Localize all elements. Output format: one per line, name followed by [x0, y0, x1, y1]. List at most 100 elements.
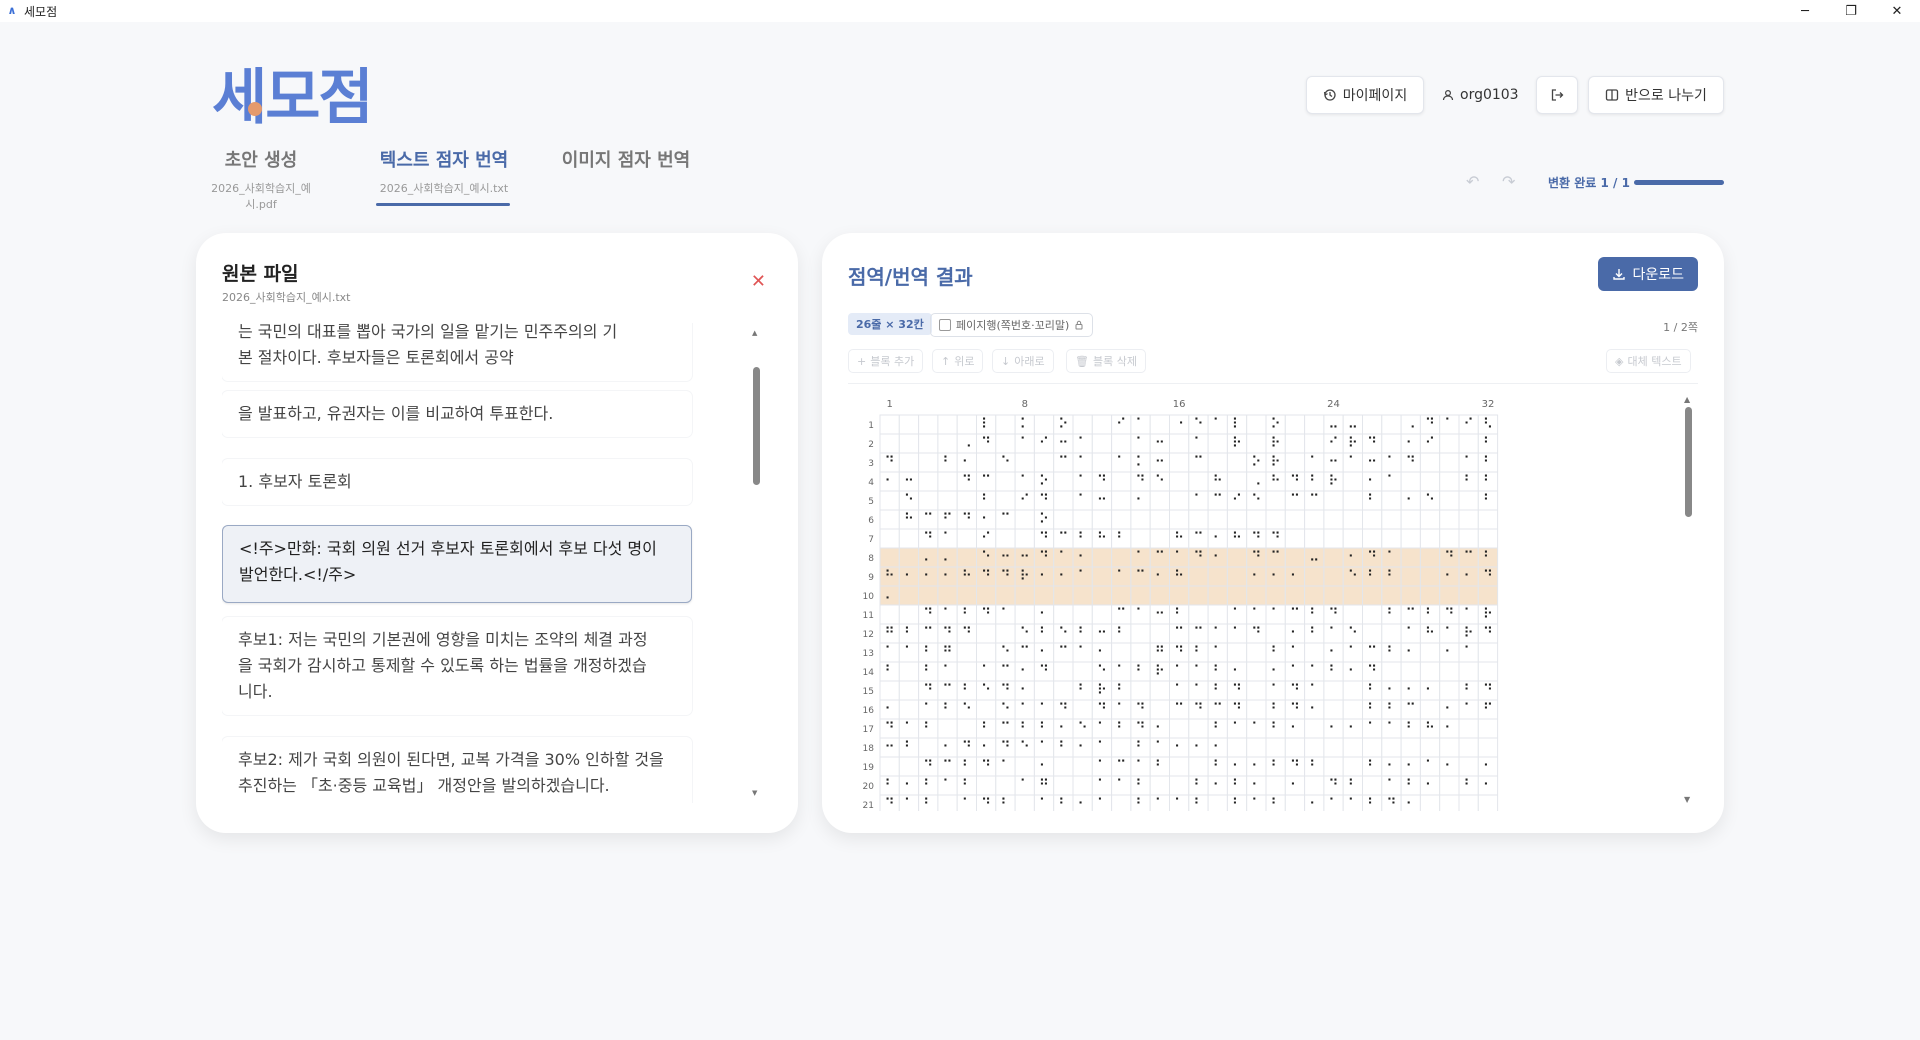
- braille-char: ⠊: [1328, 436, 1338, 452]
- tab-draft[interactable]: 초안 생성 2026_사회학습지_예시.pdf: [196, 146, 326, 212]
- close-icon[interactable]: ✕: [751, 271, 766, 292]
- tab-text-braille[interactable]: 텍스트 점자 번역 2026_사회학습지_예시.txt: [374, 146, 514, 196]
- window-controls: ─ ❐ ✕: [1782, 0, 1920, 22]
- braille-char: ⠑: [1425, 493, 1435, 509]
- minimize-icon[interactable]: ─: [1782, 0, 1828, 22]
- braille-char: ⠙: [1425, 417, 1435, 433]
- braille-char: ⠃: [962, 683, 972, 699]
- braille-cell: [1304, 528, 1325, 549]
- braille-char: ⠑: [1251, 493, 1261, 509]
- braille-cell: [1111, 433, 1132, 454]
- paragraph-item[interactable]: 을 발표하고, 유권자는 이를 비교하여 투표한다.: [222, 391, 692, 437]
- braille-cell: [1304, 414, 1325, 435]
- redo-icon[interactable]: ↷: [1502, 172, 1515, 191]
- mypage-button[interactable]: 마이페이지: [1306, 76, 1424, 114]
- download-button[interactable]: 다운로드: [1598, 257, 1698, 291]
- braille-grid-svg[interactable]: 1 8 16 24 321 ⠇ ⠅ ⠕ ⠊ ⠁ ⠐ ⠑ ⠁ ⠇ ⠕ ⠤ ⠤ ⠠ ⠙ ⠁ ⠊ ⠣2 ⠠ ⠙ ⠁ ⠊ ⠒ ⠁ ⠁ ⠒ ⠁ ⠗ ⠗ ⠊ ⠗…: [848, 395, 1688, 811]
- braille-cell: [1149, 490, 1171, 511]
- braille-char: ⠁: [1135, 417, 1145, 433]
- restore-icon[interactable]: ❐: [1828, 0, 1874, 22]
- braille-char: ⠁: [1116, 455, 1126, 471]
- braille-char: ⠂: [1483, 778, 1493, 794]
- scroll-down-icon[interactable]: ▼: [752, 789, 757, 797]
- add-block-button[interactable]: + 블록 추가: [848, 349, 924, 373]
- braille-char: ⠉: [1464, 550, 1474, 566]
- paragraph-item[interactable]: 1. 후보자 토론회: [222, 459, 692, 505]
- braille-char: ⠉: [1000, 721, 1010, 737]
- page-indicator: 1 / 2쪽: [1663, 321, 1698, 334]
- app-logo[interactable]: 세모점: [212, 56, 374, 133]
- braille-char: ⠑: [1078, 721, 1088, 737]
- braille-cell: [1188, 718, 1209, 739]
- paragraph-item[interactable]: 는 국민의 대표를 뽑아 국가의 일을 맡기는 민주주의의 기 본 절차이다. …: [222, 323, 692, 381]
- braille-char: ⠃: [923, 797, 933, 811]
- braille-char: ⠉: [1271, 550, 1281, 566]
- braille-char: ⠉: [1174, 626, 1184, 642]
- braille-cell: [1053, 661, 1074, 682]
- paragraph-item-selected[interactable]: <!주>만화: 국회 의원 선거 후보자 토론회에서 후보 다섯 명이 발언한다…: [222, 525, 692, 603]
- delete-block-button[interactable]: 🗑 블록 삭제: [1066, 349, 1146, 373]
- paragraph-list[interactable]: 는 국민의 대표를 뽑아 국가의 일을 맡기는 민주주의의 기 본 절차이다. …: [222, 323, 722, 803]
- undo-icon[interactable]: ↶: [1466, 172, 1479, 191]
- braille-char: ⠑: [1348, 626, 1358, 642]
- braille-cell: [1439, 794, 1460, 811]
- braille-grid[interactable]: 1 8 16 24 32 1 ⠇ ⠅ ⠕ ⠊ ⠁ ⠐ ⠑ ⠁ ⠇ ⠕ ⠤ ⠤ ⠠ ⠙ ⠁ ⠊ ⠣ 2 ⠠ ⠙ ⠁ ⠊ ⠒ ⠁ ⠁ ⠒ ⠁ ⠗ ⠗ ⠊ ⠗…: [848, 395, 1688, 811]
- close-window-icon[interactable]: ✕: [1874, 0, 1920, 22]
- braille-char: ⠗: [1464, 626, 1474, 642]
- row-label: 2: [868, 440, 874, 450]
- braille-cell: [1458, 718, 1479, 739]
- braille-cell: [995, 414, 1016, 435]
- braille-cell: [898, 414, 920, 435]
- move-up-button[interactable]: ↑ 위로: [932, 349, 984, 373]
- braille-char: ⠙: [1251, 626, 1261, 642]
- braille-char: ⠙: [962, 626, 972, 642]
- grid-scrollbar[interactable]: ▲ ▼: [1684, 395, 1694, 811]
- scroll-up-icon[interactable]: ▲: [752, 329, 757, 337]
- split-view-button[interactable]: 반으로 나누기: [1588, 76, 1724, 114]
- scroll-up-icon[interactable]: ▲: [1684, 395, 1690, 404]
- paragraph-item[interactable]: 후보1: 저는 국민의 기본권에 영향을 미치는 조약의 체결 과정 을 국회가…: [222, 617, 692, 715]
- braille-cell: [1169, 756, 1190, 777]
- move-down-button[interactable]: ↓ 아래로: [992, 349, 1054, 373]
- braille-char: ⠗: [1232, 436, 1242, 452]
- braille-char: ⠂: [1406, 797, 1416, 811]
- checkbox-box[interactable]: [939, 319, 951, 331]
- plus-icon: +: [857, 354, 867, 368]
- braille-char: ⠁: [1309, 683, 1319, 699]
- braille-char: ⠐: [1174, 417, 1184, 433]
- paragraph-line: 니다.: [238, 682, 273, 701]
- braille-char: ⠁: [1135, 759, 1145, 775]
- braille-cell: [1362, 623, 1383, 644]
- braille-char: ⠙: [885, 797, 895, 811]
- braille-cell: [918, 414, 939, 435]
- braille-cell: [1304, 585, 1325, 606]
- braille-char: ⠁: [1155, 740, 1165, 756]
- scrollbar-thumb[interactable]: [753, 367, 760, 485]
- braille-cell: [1284, 452, 1306, 473]
- active-tab-indicator: [376, 203, 510, 206]
- braille-char: ⠗: [1348, 436, 1358, 452]
- braille-char: ⠣: [1483, 417, 1493, 433]
- scroll-down-icon[interactable]: ▼: [1684, 795, 1690, 804]
- braille-char: ⠁: [1406, 626, 1416, 642]
- scrollbar-thumb[interactable]: [1685, 407, 1692, 517]
- braille-cell: [1419, 794, 1441, 811]
- braille-cell: [1130, 585, 1151, 606]
- braille-cell: [1439, 737, 1460, 758]
- braille-char: ⠃: [1135, 778, 1145, 794]
- row-label: 5: [868, 497, 874, 507]
- paragraph-scrollbar[interactable]: ▲ ▼: [752, 329, 760, 799]
- logo-text: 세모점: [212, 62, 374, 133]
- braille-char: ⠓: [1232, 531, 1242, 547]
- braille-char: ⠛: [885, 626, 895, 642]
- braille-cell: [1265, 737, 1286, 758]
- logout-button[interactable]: [1536, 76, 1578, 114]
- braille-char: ⠁: [962, 797, 972, 811]
- braille-cell: [1014, 509, 1035, 530]
- braille-cell: [1381, 737, 1402, 758]
- tab-image-braille[interactable]: 이미지 점자 번역: [556, 146, 696, 172]
- page-row-checkbox[interactable]: 페이지행(쪽번호·꼬리말): [930, 313, 1094, 337]
- braille-char: ⠄: [885, 588, 895, 604]
- alt-text-button[interactable]: ◈ 대체 텍스트: [1606, 349, 1691, 373]
- paragraph-item[interactable]: 후보2: 제가 국회 의원이 된다면, 교복 가격을 30% 인하할 것을 추진…: [222, 737, 692, 803]
